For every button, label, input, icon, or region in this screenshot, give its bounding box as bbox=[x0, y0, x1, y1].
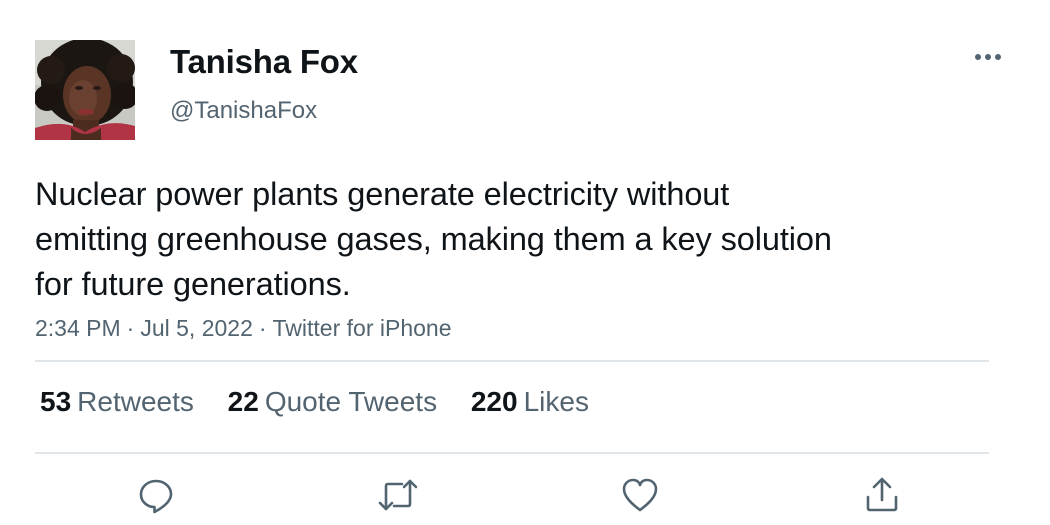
quote-tweets-stat[interactable]: 22 Quote Tweets bbox=[228, 386, 437, 418]
retweets-count: 53 bbox=[40, 386, 72, 417]
more-options-button[interactable] bbox=[968, 42, 1008, 72]
display-name[interactable]: Tanisha Fox bbox=[170, 43, 358, 81]
tweet-text-line: Nuclear power plants generate electricit… bbox=[35, 176, 730, 212]
engagement-stats: 53 Retweets 22 Quote Tweets 220 Likes bbox=[40, 386, 615, 418]
likes-stat[interactable]: 220 Likes bbox=[471, 386, 589, 418]
divider bbox=[35, 360, 989, 362]
meta-separator: · bbox=[126, 315, 135, 341]
tweet-text: Nuclear power plants generate electricit… bbox=[35, 172, 935, 307]
quote-tweets-count: 22 bbox=[227, 386, 259, 417]
profile-photo-icon bbox=[35, 40, 135, 140]
tweet-text-line: emitting greenhouse gases, making them a… bbox=[35, 221, 832, 257]
share-icon bbox=[866, 477, 898, 512]
meta-separator: · bbox=[258, 315, 267, 341]
user-handle[interactable]: @TanishaFox bbox=[170, 97, 317, 125]
heart-icon bbox=[622, 478, 658, 512]
retweets-stat[interactable]: 53 Retweets bbox=[40, 386, 194, 418]
tweet-text-line: for future generations. bbox=[35, 266, 351, 302]
retweets-label: Retweets bbox=[77, 386, 194, 417]
tweet-source[interactable]: Twitter for iPhone bbox=[273, 315, 452, 341]
divider bbox=[35, 452, 989, 454]
action-bar bbox=[0, 470, 1050, 520]
likes-label: Likes bbox=[523, 386, 589, 417]
retweet-button[interactable] bbox=[373, 470, 423, 520]
tweet-time[interactable]: 2:34 PM bbox=[35, 315, 121, 341]
like-button[interactable] bbox=[615, 470, 665, 520]
tweet-card: Tanisha Fox @TanishaFox Nuclear power pl… bbox=[0, 0, 1050, 525]
quote-tweets-label: Quote Tweets bbox=[264, 386, 438, 417]
reply-icon bbox=[139, 479, 173, 514]
retweet-icon bbox=[378, 479, 418, 511]
more-icon bbox=[975, 54, 1001, 60]
avatar[interactable] bbox=[35, 40, 135, 140]
reply-button[interactable] bbox=[131, 470, 181, 520]
share-button[interactable] bbox=[857, 470, 907, 520]
tweet-date[interactable]: Jul 5, 2022 bbox=[140, 315, 253, 341]
likes-count: 220 bbox=[470, 386, 518, 417]
tweet-metadata: 2:34 PM · Jul 5, 2022 · Twitter for iPhone bbox=[35, 315, 452, 342]
